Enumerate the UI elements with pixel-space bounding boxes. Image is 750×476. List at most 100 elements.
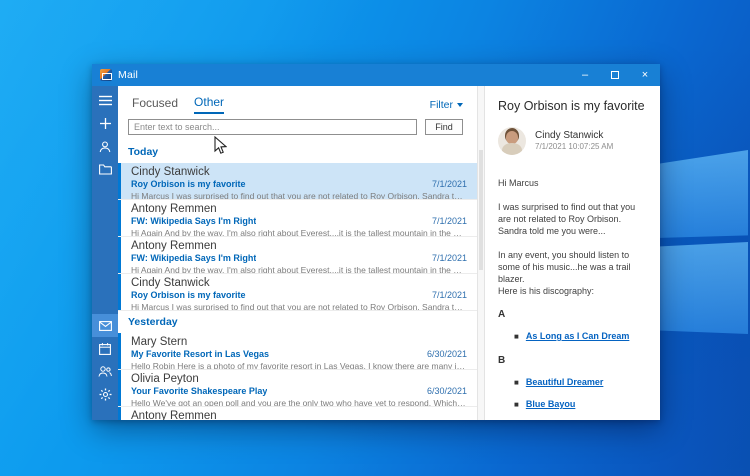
song-link[interactable]: Blue Bayou [526, 398, 576, 410]
scrollbar-thumb[interactable] [479, 150, 483, 270]
email-preview: Hi Marcus I was surprised to find out th… [131, 191, 467, 200]
unread-indicator [118, 200, 121, 236]
discography-letter: B [498, 355, 647, 367]
folders-button[interactable] [92, 158, 118, 181]
discography-item: ■ As Long as I Can Dream [498, 321, 647, 343]
inbox-tabs: Focused Other Filter [118, 86, 477, 114]
message-list-pane: Focused Other Filter Find Today [118, 86, 484, 420]
email-sender: Cindy Stanwick [131, 277, 467, 290]
people-nav-button[interactable] [92, 360, 118, 383]
mail-app-window: Mail – × [92, 64, 660, 420]
calendar-nav-button[interactable] [92, 337, 118, 360]
email-preview: Hi Again And by the way, I'm also right … [131, 265, 467, 274]
close-button[interactable]: × [630, 64, 660, 86]
bullet-icon: ■ [514, 331, 519, 343]
tab-other[interactable]: Other [194, 95, 224, 114]
email-sender: Mary Stern [131, 336, 467, 349]
email-date: 6/30/2021 [427, 386, 467, 397]
song-link[interactable]: Beautiful Dreamer [526, 376, 604, 388]
email-sender: Antony Remmen [131, 240, 467, 253]
unread-indicator [118, 163, 121, 199]
email-row[interactable]: Cindy Stanwick Roy Orbison is my favorit… [118, 163, 477, 200]
folder-icon [99, 164, 112, 175]
titlebar[interactable]: Mail – × [92, 64, 660, 86]
search-input[interactable] [128, 119, 417, 135]
desktop-wallpaper: Mail – × [0, 0, 750, 476]
message-timestamp: 7/1/2021 10:07:25 AM [535, 142, 613, 152]
body-paragraph: Here is his discography: [498, 285, 647, 297]
maximize-icon [611, 71, 619, 79]
body-paragraph: In any event, you should listen to some … [498, 249, 647, 285]
minimize-button[interactable]: – [570, 64, 600, 86]
email-row[interactable]: Antony Remmen FW: Wikipedia Says I'm Rig… [118, 200, 477, 237]
email-sender: Olivia Peyton [131, 373, 467, 386]
plus-icon [100, 118, 111, 129]
list-scrollbar[interactable] [477, 86, 484, 420]
find-button[interactable]: Find [425, 119, 463, 135]
email-preview: Hello Robin Here is a photo of my favori… [131, 361, 467, 370]
email-date: 7/1/2021 [432, 290, 467, 301]
windows-logo-pane-bottom [656, 242, 748, 334]
chevron-down-icon [457, 103, 463, 107]
tab-focused[interactable]: Focused [132, 96, 178, 113]
email-row[interactable]: Antony Remmen Wikipedia Says I'm Right 6… [118, 407, 477, 420]
sender-name: Cindy Stanwick [535, 130, 613, 142]
nav-rail [92, 86, 118, 420]
hamburger-menu-button[interactable] [92, 89, 118, 112]
email-date: 7/1/2021 [432, 216, 467, 227]
body-greeting: Hi Marcus [498, 177, 647, 189]
email-preview: Hi Again And by the way, I'm also right … [131, 228, 467, 237]
reading-pane: Roy Orbison is my favorite Cindy Stanwic… [484, 86, 660, 420]
email-preview: Hi Marcus I was surprised to find out th… [131, 302, 467, 311]
window-title: Mail [118, 69, 138, 81]
song-link[interactable]: As Long as I Can Dream [526, 330, 630, 342]
email-sender: Cindy Stanwick [131, 166, 467, 179]
accounts-button[interactable] [92, 135, 118, 158]
hamburger-menu-icon [99, 95, 112, 106]
unread-indicator [118, 274, 121, 310]
rail-spacer [92, 181, 118, 314]
mouse-cursor-icon [214, 136, 227, 155]
sender-avatar[interactable] [498, 127, 526, 155]
email-subject: FW: Wikipedia Says I'm Right [131, 216, 256, 227]
people-icon [98, 366, 112, 377]
email-subject: Roy Orbison is my favorite [131, 179, 246, 190]
new-mail-button[interactable] [92, 112, 118, 135]
email-date: 7/1/2021 [432, 179, 467, 190]
windows-logo-pane-top [656, 150, 748, 238]
discography-item: ■ Beautiful Dreamer [498, 367, 647, 389]
email-row[interactable]: Cindy Stanwick Roy Orbison is my favorit… [118, 274, 477, 311]
mail-app-icon [100, 69, 112, 81]
group-header-yesterday: Yesterday [118, 311, 477, 333]
message-body: Hi Marcus I was surprised to find out th… [498, 163, 647, 420]
filter-dropdown[interactable]: Filter [430, 99, 463, 111]
discography-item: ■ Blue Bayou [498, 389, 647, 411]
bullet-icon: ■ [514, 399, 519, 411]
email-preview: Hello We've got an open poll and you are… [131, 398, 467, 407]
email-row[interactable]: Olivia Peyton Your Favorite Shakespeare … [118, 370, 477, 407]
email-subject: Your Favorite Shakespeare Play [131, 386, 267, 397]
email-subject: Roy Orbison is my favorite [131, 290, 246, 301]
settings-nav-button[interactable] [92, 383, 118, 406]
email-row[interactable]: Antony Remmen FW: Wikipedia Says I'm Rig… [118, 237, 477, 274]
email-row[interactable]: Mary Stern My Favorite Resort in Las Veg… [118, 333, 477, 370]
sender-block: Cindy Stanwick 7/1/2021 10:07:25 AM [498, 125, 647, 163]
email-date: 6/30/2021 [427, 349, 467, 360]
email-sender: Antony Remmen [131, 410, 467, 420]
group-header-today: Today [118, 141, 477, 163]
unread-indicator [118, 237, 121, 273]
message-subject: Roy Orbison is my favorite [498, 86, 647, 125]
settings-gear-icon [99, 388, 112, 401]
maximize-button[interactable] [600, 64, 630, 86]
mail-nav-button[interactable] [92, 314, 118, 337]
email-subject: FW: Wikipedia Says I'm Right [131, 253, 256, 264]
email-sender: Antony Remmen [131, 203, 467, 216]
bullet-icon: ■ [514, 377, 519, 389]
unread-indicator [118, 333, 121, 369]
person-icon [99, 141, 111, 153]
email-date: 7/1/2021 [432, 253, 467, 264]
email-subject: My Favorite Resort in Las Vegas [131, 349, 269, 360]
search-bar: Find [118, 114, 477, 141]
body-paragraph: I was surprised to find out that you are… [498, 201, 647, 237]
unread-indicator [118, 370, 121, 406]
